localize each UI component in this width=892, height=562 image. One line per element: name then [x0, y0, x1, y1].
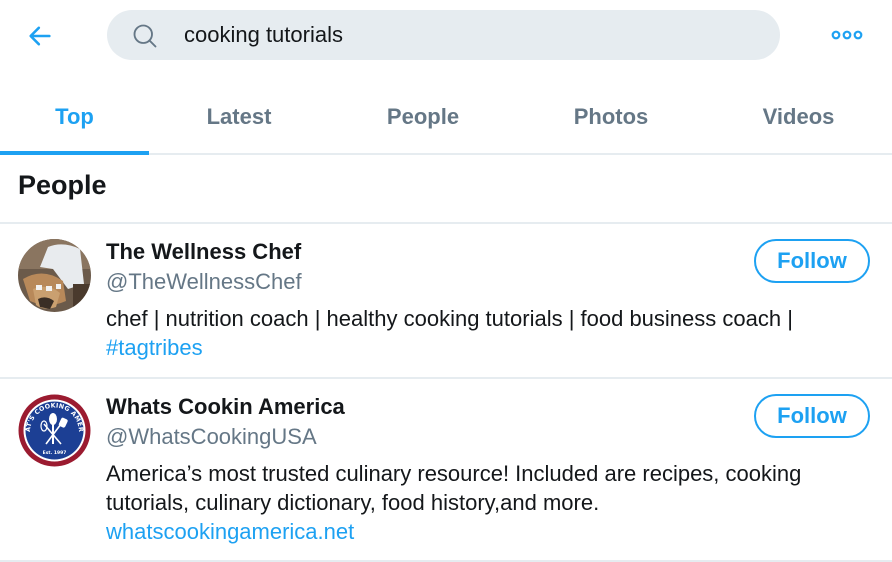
bio-text: chef | nutrition coach | healthy cooking…: [106, 306, 793, 331]
user-name[interactable]: Whats Cookin America: [106, 394, 345, 420]
user-handle: @WhatsCookingUSA: [106, 424, 317, 449]
whats-cooking-america-logo: WHAT'S COOKING AMERICA Est. 1997: [18, 394, 91, 467]
tab-people[interactable]: People: [329, 80, 517, 153]
tab-top[interactable]: Top: [0, 80, 149, 155]
user-result[interactable]: The Wellness Chef @TheWellnessChef Follo…: [0, 224, 892, 379]
more-horizontal-icon: [831, 30, 863, 40]
arrow-left-icon: [29, 26, 51, 46]
user-bio: America’s most trusted culinary resource…: [106, 459, 876, 546]
bio-text: America’s most trusted culinary resource…: [106, 461, 802, 515]
tab-latest[interactable]: Latest: [149, 80, 329, 153]
svg-text:Est. 1997: Est. 1997: [43, 450, 67, 456]
avatar[interactable]: WHAT'S COOKING AMERICA Est. 1997: [18, 394, 91, 467]
more-button[interactable]: [826, 22, 868, 48]
tab-photos[interactable]: Photos: [517, 80, 705, 153]
follow-button[interactable]: Follow: [754, 394, 870, 438]
search-icon: [133, 24, 157, 48]
user-handle: @TheWellnessChef: [106, 269, 302, 294]
section-title: People: [18, 170, 107, 200]
website-link[interactable]: whatscookingamerica.net: [106, 517, 876, 546]
back-button[interactable]: [22, 18, 58, 54]
user-name[interactable]: The Wellness Chef: [106, 239, 301, 265]
search-header: [0, 0, 892, 70]
user-bio: chef | nutrition coach | healthy cooking…: [106, 304, 876, 362]
search-tabs: Top Latest People Photos Videos: [0, 80, 892, 155]
chef-photo-avatar: [18, 239, 91, 312]
avatar[interactable]: [18, 239, 91, 312]
tab-videos[interactable]: Videos: [705, 80, 892, 153]
search-bar[interactable]: [107, 10, 780, 60]
search-input[interactable]: [184, 10, 764, 60]
follow-button[interactable]: Follow: [754, 239, 870, 283]
user-result[interactable]: WHAT'S COOKING AMERICA Est. 1997 Whats C…: [0, 379, 892, 562]
hashtag-link[interactable]: #tagtribes: [106, 333, 876, 362]
